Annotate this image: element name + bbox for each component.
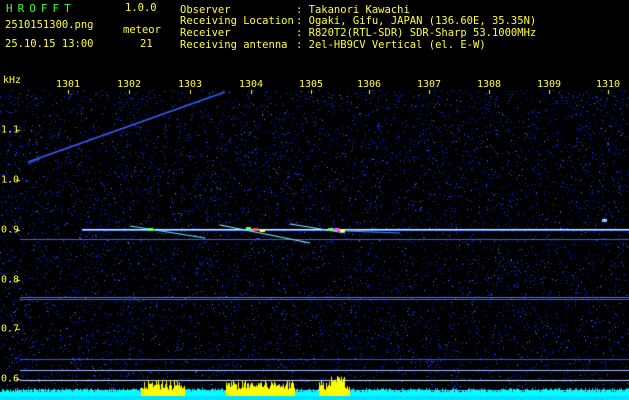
x-tick-label: 1304: [238, 79, 264, 90]
x-tick-label: 1302: [116, 79, 142, 90]
x-tick-label: 1309: [536, 79, 562, 90]
location-value: : Ogaki, Gifu, JAPAN (136.60E, 35.35N): [296, 15, 537, 27]
x-tick-label: 1306: [356, 79, 382, 90]
y-tick-label: 0.7: [1, 323, 20, 335]
y-unit-label: kHz: [3, 75, 22, 86]
app-version: 1.0.0: [125, 2, 157, 14]
receiver-value: : R820T2(RTL-SDR) SDR-Sharp 53.1000MHz: [296, 27, 537, 39]
antenna-value: : 2el-HB9CV Vertical (el. E-W): [296, 39, 486, 51]
filename: 2510151300.png: [5, 19, 94, 31]
meteor-label: meteor: [123, 24, 161, 36]
x-tick-label: 1307: [416, 79, 442, 90]
spectrogram-canvas: [0, 0, 629, 400]
y-tick-label: 0.8: [1, 274, 20, 286]
location-label: Receiving Location: [180, 15, 294, 27]
x-tick-label: 1308: [476, 79, 502, 90]
y-tick-label: 1.1: [1, 124, 20, 136]
y-tick-label: 0.9: [1, 224, 20, 236]
spectrogram-window: HROFFT 1.0.0 2510151300.png meteor 25.10…: [0, 0, 629, 400]
x-tick-label: 1303: [177, 79, 203, 90]
y-tick-label: 0.6: [1, 373, 20, 385]
x-tick-label: 1301: [55, 79, 81, 90]
app-title: HROFFT: [6, 2, 76, 15]
meteor-count: 21: [140, 38, 153, 50]
y-tick-label: 1.0: [1, 174, 20, 186]
receiver-label: Receiver: [180, 27, 231, 39]
datetime: 25.10.15 13:00: [5, 38, 94, 50]
antenna-label: Receiving antenna: [180, 39, 288, 51]
x-tick-label: 1305: [298, 79, 324, 90]
x-tick-label: 1310: [595, 79, 621, 90]
